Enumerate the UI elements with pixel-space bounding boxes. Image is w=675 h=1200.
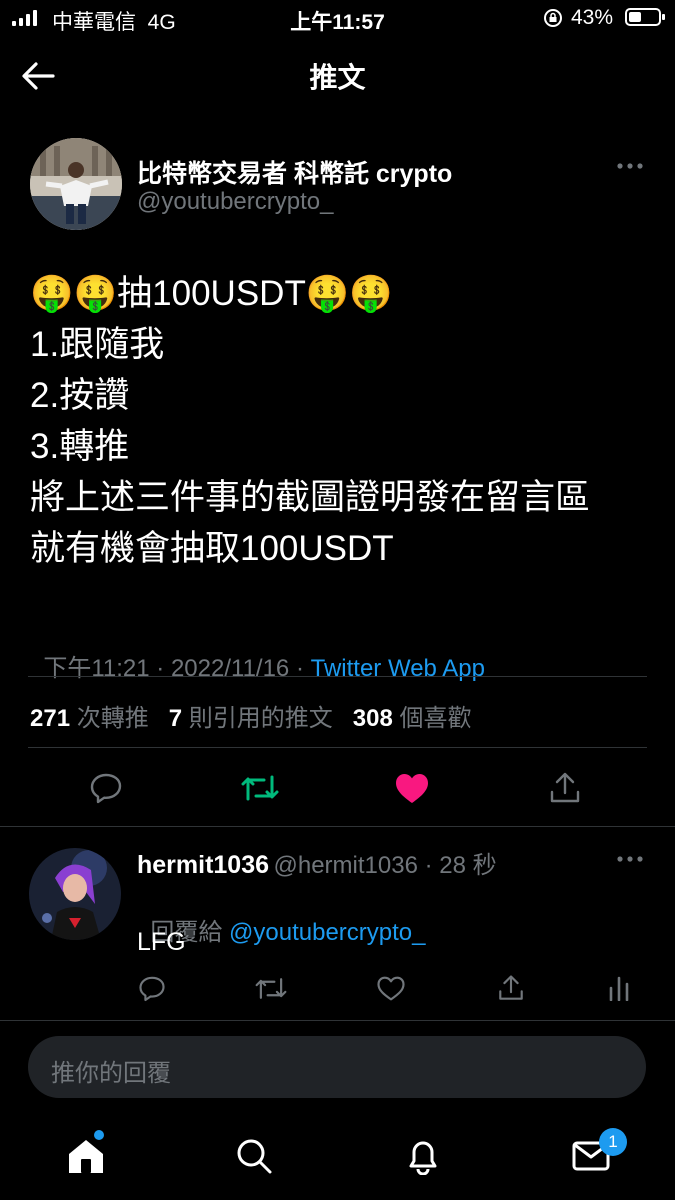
reply-like-button[interactable] bbox=[373, 970, 409, 1006]
author-name[interactable]: 比特幣交易者 科幣託 crypto bbox=[137, 154, 452, 190]
bell-icon bbox=[409, 1141, 437, 1175]
tweet-line: 2.按讚 bbox=[30, 376, 130, 415]
tweet-stats: 271 次轉推 7 則引用的推文 308 個喜歡 bbox=[30, 698, 472, 733]
tweet-body: 🤑🤑抽100USDT🤑🤑 1.跟隨我 2.按讚 3.轉推 將上述三件事的截圖證明… bbox=[30, 268, 650, 574]
like-button[interactable] bbox=[390, 766, 434, 810]
retweets-count: 271 bbox=[30, 705, 71, 732]
tweet-line: 🤑🤑抽100USDT🤑🤑 bbox=[30, 274, 393, 313]
battery-icon bbox=[625, 8, 665, 26]
tweet-more-button[interactable] bbox=[610, 154, 650, 178]
tweet-line: 將上述三件事的截圖證明發在留言區 bbox=[30, 478, 591, 517]
quotes-count: 7 bbox=[168, 705, 183, 732]
search-icon bbox=[237, 1139, 272, 1174]
author-handle[interactable]: @youtubercrypto_ bbox=[137, 188, 333, 216]
reply-analytics-button[interactable] bbox=[601, 970, 637, 1006]
home-icon bbox=[69, 1140, 103, 1173]
analytics-icon bbox=[609, 976, 629, 1001]
replying-to-link[interactable]: @youtubercrypto_ bbox=[229, 919, 425, 946]
nav-home-button[interactable] bbox=[62, 1132, 110, 1180]
reply-text: LFG bbox=[137, 928, 186, 956]
reply-icon bbox=[139, 976, 165, 1001]
tweet-meta: 下午11:21 · 2022/11/16 · Twitter Web App bbox=[30, 620, 485, 683]
tweet-line: 就有機會抽取100USDT bbox=[30, 529, 394, 568]
likes-label: 個喜歡 bbox=[399, 705, 472, 732]
more-dots-icon bbox=[617, 163, 643, 169]
heart-filled-icon bbox=[396, 774, 428, 803]
share-icon bbox=[550, 772, 580, 803]
more-dots-icon bbox=[617, 856, 643, 862]
share-button[interactable] bbox=[543, 766, 587, 810]
divider bbox=[28, 676, 647, 677]
divider bbox=[28, 747, 647, 748]
tweet-timestamp[interactable]: 下午11:21 · 2022/11/16 · bbox=[43, 655, 310, 682]
reply-button[interactable] bbox=[84, 766, 128, 810]
reply-header: hermit1036 @hermit1036 · 28 秒 bbox=[137, 845, 497, 880]
nav-search-button[interactable] bbox=[230, 1132, 278, 1180]
home-notification-dot bbox=[94, 1130, 104, 1140]
reply-icon bbox=[90, 773, 122, 804]
heart-outline-icon bbox=[377, 976, 405, 1000]
divider bbox=[0, 826, 675, 827]
likes-count: 308 bbox=[352, 705, 393, 732]
messages-badge: 1 bbox=[599, 1128, 627, 1156]
reply-reply-button[interactable] bbox=[134, 970, 170, 1006]
reply-handle-time[interactable]: @hermit1036 · 28 秒 bbox=[273, 852, 496, 879]
quotes-label: 則引用的推文 bbox=[188, 705, 333, 732]
page-title: 推文 bbox=[309, 62, 366, 93]
likes-stat[interactable]: 308 個喜歡 bbox=[353, 705, 472, 732]
retweet-icon bbox=[241, 775, 279, 801]
retweet-icon bbox=[255, 977, 287, 999]
reply-retweet-button[interactable] bbox=[253, 970, 289, 1006]
retweets-stat[interactable]: 271 次轉推 bbox=[30, 705, 149, 732]
retweets-label: 次轉推 bbox=[76, 705, 149, 732]
tweet-line: 3.轉推 bbox=[30, 427, 130, 466]
status-bar: 中華電信 4G 上午11:57 43% bbox=[0, 0, 675, 38]
share-icon bbox=[499, 975, 523, 1000]
author-avatar[interactable] bbox=[30, 138, 122, 230]
reply-more-button[interactable] bbox=[610, 847, 650, 871]
reply-author-avatar[interactable] bbox=[29, 848, 121, 940]
rotation-lock-icon bbox=[543, 8, 563, 34]
battery-percent: 43% bbox=[570, 6, 613, 29]
retweet-button[interactable] bbox=[238, 766, 282, 810]
tweet-source-link[interactable]: Twitter Web App bbox=[311, 655, 485, 682]
quotes-stat[interactable]: 7 則引用的推文 bbox=[169, 705, 333, 732]
reply-share-button[interactable] bbox=[493, 970, 529, 1006]
nav-notifications-button[interactable] bbox=[399, 1132, 447, 1180]
tweet-line: 1.跟隨我 bbox=[30, 325, 165, 364]
reply-author-name[interactable]: hermit1036 bbox=[137, 851, 269, 879]
reply-composer-input[interactable]: 推你的回覆 bbox=[28, 1036, 646, 1098]
divider bbox=[0, 1020, 675, 1021]
